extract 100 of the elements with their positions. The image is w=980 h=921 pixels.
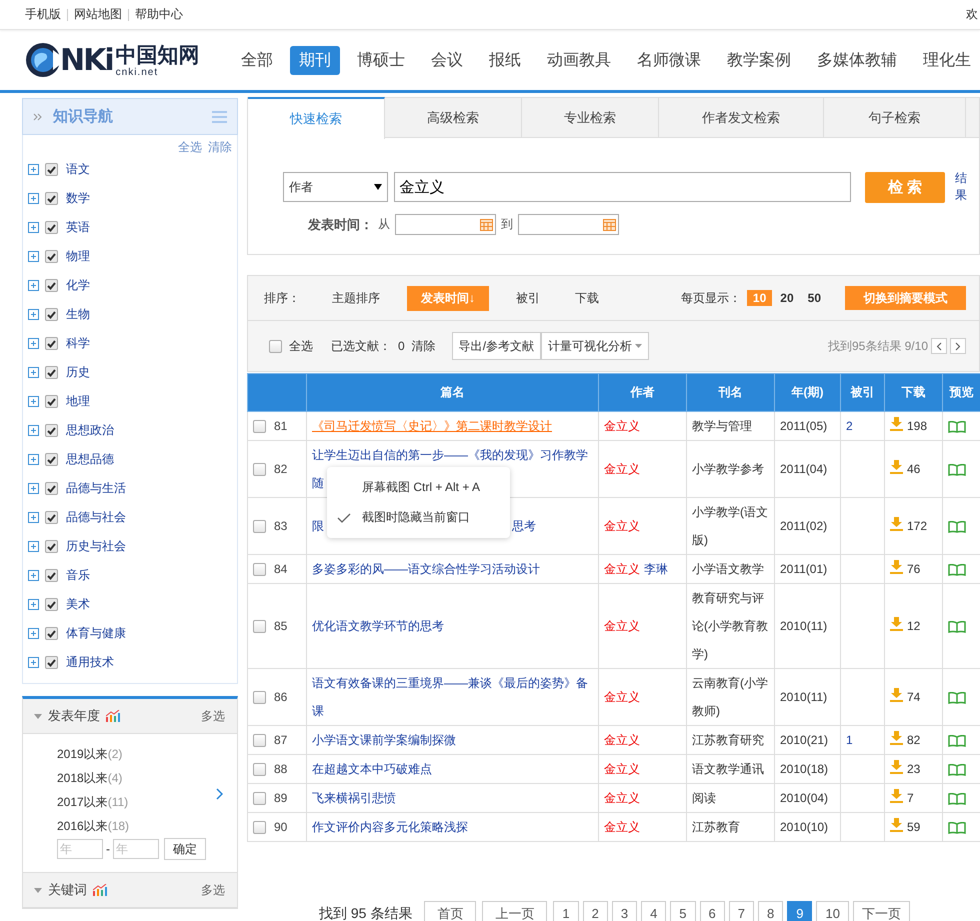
subject-link[interactable]: 品德与社会 [66, 509, 126, 526]
nav-tab[interactable]: 教学案例 [718, 46, 800, 74]
download-icon[interactable] [890, 417, 903, 431]
subject-link[interactable]: 语文 [66, 161, 90, 178]
search-tab[interactable]: 高级检索 [385, 98, 522, 137]
date-field[interactable] [518, 214, 619, 235]
checkbox[interactable] [45, 221, 58, 234]
row-checkbox[interactable] [253, 734, 266, 748]
checkbox[interactable] [45, 279, 58, 292]
author-link[interactable]: 金立义 [604, 820, 640, 834]
sort-option[interactable]: 被引 [508, 286, 548, 310]
top-link[interactable]: 网站地图 [74, 6, 122, 23]
page-button[interactable]: 8 [758, 901, 784, 921]
download-icon[interactable] [890, 818, 903, 832]
subject-link[interactable]: 美术 [66, 596, 90, 613]
year-field[interactable]: 年 [113, 839, 159, 859]
download-icon[interactable] [890, 560, 903, 574]
subject-link[interactable]: 科学 [66, 335, 90, 352]
page-button[interactable]: 6 [700, 901, 725, 921]
search-tab[interactable]: 专业检索 [522, 98, 659, 137]
expand-icon[interactable] [28, 657, 39, 668]
previous-page-button[interactable] [931, 338, 947, 354]
checkbox[interactable] [45, 453, 58, 466]
confirm-button[interactable]: 确定 [164, 838, 206, 860]
row-checkbox[interactable] [253, 792, 266, 806]
year-filter-link[interactable]: 2016以来(18) [57, 814, 237, 838]
sort-option[interactable]: 下载 [567, 286, 607, 310]
expand-icon[interactable] [28, 628, 39, 639]
chart-icon[interactable] [106, 710, 120, 722]
page-size-option[interactable]: 50 [802, 290, 827, 306]
expand-icon[interactable] [28, 309, 39, 320]
subject-link[interactable]: 数学 [66, 190, 90, 207]
page-button[interactable]: 10 [816, 901, 849, 921]
expand-icon[interactable] [28, 425, 39, 436]
page-button[interactable]: 5 [670, 901, 696, 921]
expand-icon[interactable] [28, 251, 39, 262]
expand-icon[interactable] [28, 222, 39, 233]
row-checkbox[interactable] [253, 763, 266, 776]
top-link[interactable]: 手机版 [25, 6, 61, 23]
search-field[interactable]: 金立义 [394, 172, 851, 202]
download-icon[interactable] [890, 760, 903, 774]
subject-link[interactable]: 英语 [66, 219, 90, 236]
expand-icon[interactable] [28, 193, 39, 204]
checkbox[interactable] [45, 540, 58, 553]
expand-icon[interactable] [28, 396, 39, 407]
author-link[interactable]: 金立义 [604, 562, 640, 576]
author-link[interactable]: 金立义 [604, 733, 640, 747]
download-icon[interactable] [890, 517, 903, 531]
triangle-icon[interactable] [34, 714, 42, 718]
search-tab[interactable]: 快速检索 [248, 97, 385, 139]
menu-item[interactable]: 截图时隐藏当前窗口 [337, 506, 510, 528]
expand-icon[interactable] [28, 570, 39, 581]
calendar-icon[interactable] [480, 218, 493, 231]
next-page-button[interactable] [950, 338, 966, 354]
year-filter-link[interactable]: 2017以来(11) [57, 790, 237, 814]
book-icon[interactable] [948, 792, 966, 805]
chevron-right-icon[interactable] [216, 788, 223, 800]
field-dropdown[interactable]: 作者 [283, 172, 388, 202]
nav-tab[interactable]: 博硕士 [348, 46, 414, 74]
page-button[interactable]: 7 [728, 901, 754, 921]
checkbox[interactable] [45, 192, 58, 205]
nav-tab[interactable]: 全部 [232, 46, 282, 74]
author-link[interactable]: 金立义 [604, 762, 640, 776]
page-button[interactable]: 下一页 [852, 901, 910, 921]
author-link[interactable]: 金立义 [604, 791, 640, 805]
row-checkbox[interactable] [253, 563, 266, 576]
subject-link[interactable]: 体育与健康 [66, 625, 126, 642]
book-icon[interactable] [948, 620, 966, 633]
checkbox[interactable] [45, 308, 58, 321]
subject-link[interactable]: 历史 [66, 364, 90, 381]
checkbox[interactable] [45, 482, 58, 495]
expand-icon[interactable] [28, 164, 39, 175]
author-link[interactable]: 金立义 [604, 462, 640, 476]
checkbox[interactable] [45, 395, 58, 408]
date-field[interactable] [395, 214, 496, 235]
row-checkbox[interactable] [253, 821, 266, 834]
expand-icon[interactable] [28, 454, 39, 465]
year-filter-link[interactable]: 2018以来(4) [57, 766, 237, 790]
calendar-icon[interactable] [603, 218, 616, 231]
expand-icon[interactable] [28, 280, 39, 291]
checkbox[interactable] [45, 656, 58, 669]
expand-icon[interactable] [28, 367, 39, 378]
search-tab[interactable]: 句子检索 [824, 98, 966, 137]
article-title-link[interactable]: 思考 [512, 512, 536, 540]
checkbox[interactable] [45, 250, 58, 263]
clear-link[interactable]: 清除 [412, 338, 436, 354]
download-icon[interactable] [890, 688, 903, 702]
checkbox[interactable] [45, 337, 58, 350]
multi-select-link[interactable]: 多选 [201, 708, 225, 724]
expand-icon[interactable] [28, 599, 39, 610]
subject-link[interactable]: 历史与社会 [66, 538, 126, 555]
row-checkbox[interactable] [253, 520, 266, 534]
subject-link[interactable]: 思想品德 [66, 451, 114, 468]
download-icon[interactable] [890, 617, 903, 631]
book-icon[interactable] [948, 520, 966, 533]
nav-tab[interactable]: 动画教具 [538, 46, 620, 74]
subject-link[interactable]: 思想政治 [66, 422, 114, 439]
download-icon[interactable] [890, 731, 903, 745]
expand-icon[interactable] [28, 338, 39, 349]
chart-icon[interactable] [93, 884, 107, 896]
